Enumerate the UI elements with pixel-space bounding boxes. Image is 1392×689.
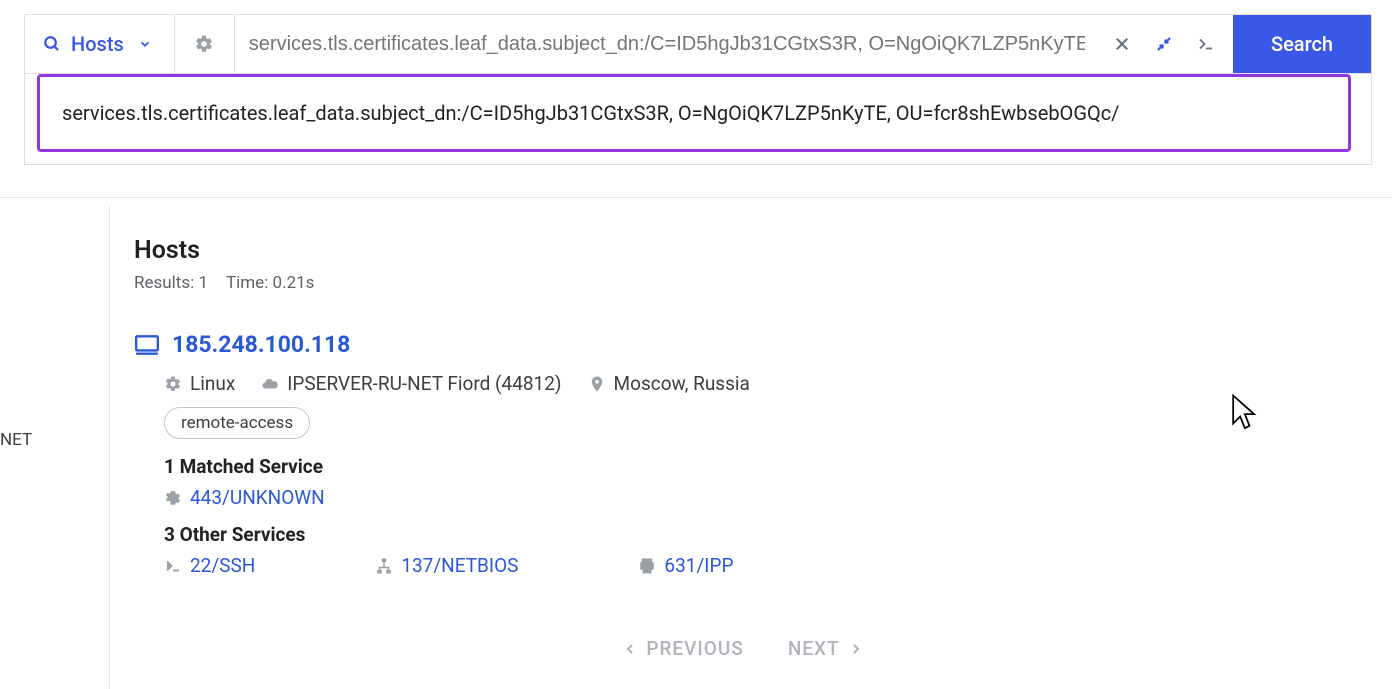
- pagination: PREVIOUS NEXT: [134, 637, 1352, 660]
- printer-icon: [638, 557, 656, 575]
- results-meta: Results: 1 Time: 0.21s: [134, 273, 1352, 293]
- host-os: Linux: [164, 372, 235, 395]
- service-link-ipp[interactable]: 631/IPP: [638, 554, 733, 577]
- results-time: Time: 0.21s: [226, 273, 314, 293]
- search-bar: Hosts Search: [24, 14, 1372, 74]
- search-input-area: [235, 15, 1233, 73]
- terminal-icon: [1197, 35, 1215, 53]
- host-headline: 185.248.100.118: [134, 331, 1352, 358]
- hosts-dropdown[interactable]: Hosts: [25, 15, 175, 73]
- service-link-netbios[interactable]: 137/NETBIOS: [375, 554, 518, 577]
- host-info-row: Linux IPSERVER-RU-NET Fiord (44812) Mosc…: [134, 372, 1352, 395]
- pager-next[interactable]: NEXT: [788, 637, 864, 660]
- hosts-label: Hosts: [71, 32, 124, 56]
- host-asn: IPSERVER-RU-NET Fiord (44812): [261, 372, 561, 395]
- clear-search-button[interactable]: [1113, 35, 1131, 53]
- expanded-query-text: services.tls.certificates.leaf_data.subj…: [62, 101, 1119, 125]
- close-icon: [1113, 35, 1131, 53]
- pager-prev[interactable]: PREVIOUS: [622, 637, 744, 660]
- host-tag[interactable]: remote-access: [164, 407, 310, 439]
- chevron-right-icon: [848, 641, 864, 657]
- location-icon: [588, 375, 606, 393]
- chevron-left-icon: [622, 641, 638, 657]
- results-count: Results: 1: [134, 273, 208, 293]
- search-input[interactable]: [235, 15, 1095, 73]
- gear-icon: [164, 489, 182, 507]
- other-services-heading: 3 Other Services: [134, 523, 1352, 546]
- page-title: Hosts: [134, 236, 1352, 265]
- terminal-button[interactable]: [1197, 35, 1215, 53]
- results-panel: Hosts Results: 1 Time: 0.21s 185.248.100…: [134, 236, 1352, 660]
- gear-icon: [194, 34, 214, 54]
- expanded-query-box[interactable]: services.tls.certificates.leaf_data.subj…: [37, 74, 1351, 152]
- gear-icon: [164, 375, 182, 393]
- sidebar: NET: [0, 206, 110, 689]
- search-button-label: Search: [1271, 32, 1333, 56]
- settings-button[interactable]: [175, 15, 235, 73]
- search-icon: [43, 35, 61, 53]
- other-services-row: 22/SSH 137/NETBIOS 631/IPP: [134, 554, 1352, 577]
- collapse-button[interactable]: [1155, 35, 1173, 53]
- terminal-icon: [164, 557, 182, 575]
- matched-services-heading: 1 Matched Service: [134, 455, 1352, 478]
- service-link-443[interactable]: 443/UNKNOWN: [134, 486, 325, 509]
- query-expand-wrapper: services.tls.certificates.leaf_data.subj…: [24, 74, 1372, 165]
- host-location: Moscow, Russia: [588, 372, 750, 395]
- chevron-down-icon: [138, 37, 152, 51]
- monitor-icon: [134, 332, 160, 358]
- sidebar-label-fragment: NET: [0, 424, 109, 456]
- divider: [0, 197, 1392, 198]
- cloud-icon: [261, 375, 279, 393]
- compress-icon: [1155, 35, 1173, 53]
- search-button[interactable]: Search: [1233, 15, 1371, 73]
- network-icon: [375, 557, 393, 575]
- service-link-ssh[interactable]: 22/SSH: [164, 554, 255, 577]
- host-ip-link[interactable]: 185.248.100.118: [172, 331, 350, 358]
- search-input-controls: [1095, 35, 1233, 53]
